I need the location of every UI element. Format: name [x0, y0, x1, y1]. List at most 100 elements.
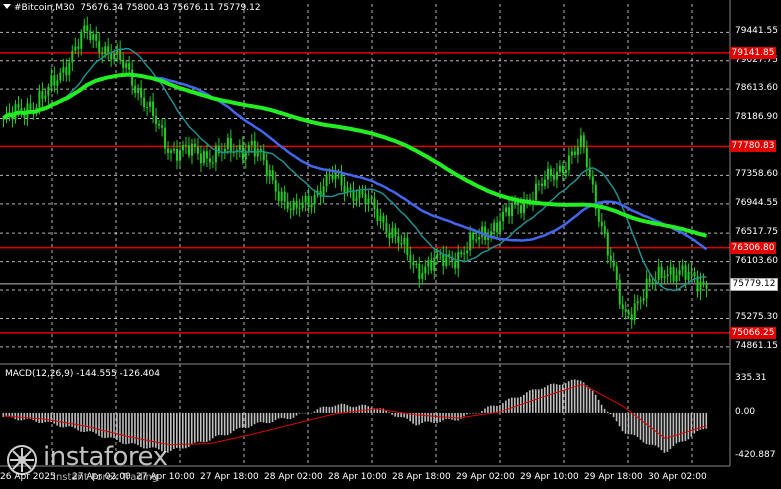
ma-fast-line	[3, 47, 707, 292]
candle-body	[699, 281, 702, 292]
macd-histogram-bar	[591, 390, 594, 413]
macd-histogram-bar	[639, 412, 642, 440]
candle-body	[250, 141, 253, 146]
time-axis-label: 29 Apr 10:00	[520, 472, 579, 482]
candle-body	[418, 263, 421, 279]
candle-body	[424, 266, 427, 274]
macd-histogram-bar	[603, 408, 606, 413]
candle-body	[29, 103, 32, 111]
candle-body	[38, 91, 41, 108]
candle-body	[520, 205, 523, 214]
macd-histogram-bar	[289, 412, 292, 419]
macd-histogram-bar	[475, 412, 477, 414]
macd-histogram-bar	[59, 412, 61, 428]
macd-histogram-bar	[654, 412, 657, 446]
price-axis-label: 74861.15	[735, 340, 778, 351]
candle-body	[403, 238, 406, 245]
macd-histogram-bar	[397, 412, 399, 418]
candle-body	[370, 198, 373, 200]
macd-histogram-bar	[313, 411, 316, 413]
macd-axis-label: 335.31	[735, 372, 767, 383]
dropdown-triangle-icon[interactable]	[3, 4, 11, 9]
candle-body	[355, 197, 358, 201]
candle-body	[107, 46, 110, 53]
candle-body	[277, 191, 280, 201]
macd-histogram-bar	[259, 412, 262, 422]
candle-body	[409, 255, 412, 263]
macd-histogram-bar	[86, 412, 88, 432]
candle-body	[585, 147, 588, 168]
macd-histogram-bar	[137, 412, 139, 446]
macd-histogram-bar	[421, 412, 423, 424]
macd-histogram-bar	[624, 412, 627, 434]
macd-histogram-bar	[615, 412, 618, 422]
macd-histogram-bar	[645, 412, 648, 445]
candle-body	[205, 151, 208, 159]
macd-histogram-bar	[576, 380, 579, 413]
macd-histogram-bar	[253, 412, 256, 425]
ma-slow-line	[2, 72, 708, 238]
candle-body	[636, 301, 639, 304]
candle-body	[642, 298, 645, 301]
macd-histogram-bar	[280, 412, 283, 418]
macd-histogram-bar	[433, 412, 435, 424]
macd-histogram-bar	[202, 412, 205, 443]
candle-body	[95, 34, 98, 41]
candle-body	[612, 260, 615, 267]
macd-histogram-bar	[564, 383, 567, 413]
macd-histogram-bar	[448, 412, 450, 419]
macd-histogram-bar	[466, 412, 468, 415]
candle-body	[645, 278, 648, 299]
candle-body	[325, 174, 328, 187]
candle-body	[681, 265, 684, 270]
price-axis-label: 76944.55	[735, 197, 778, 208]
macd-histogram-bar	[173, 412, 175, 449]
macd-histogram-bar	[184, 412, 187, 449]
macd-histogram-bar	[633, 412, 636, 436]
candle-body	[62, 67, 65, 73]
macd-histogram-bar	[304, 412, 307, 414]
candle-body	[80, 32, 83, 49]
candle-body	[238, 145, 241, 151]
candle-body	[606, 233, 609, 256]
candle-body	[196, 146, 199, 154]
macd-histogram-bar	[472, 412, 474, 414]
macd-histogram-bar	[20, 412, 23, 421]
price-chart[interactable]	[0, 0, 781, 489]
candle-body	[702, 281, 705, 285]
candle-body	[615, 266, 618, 280]
macd-histogram-bar	[268, 412, 271, 424]
macd-histogram-bar	[277, 412, 280, 419]
level-price-tag: 79141.85	[730, 46, 776, 59]
macd-histogram-bar	[283, 412, 286, 419]
macd-histogram-bar	[319, 407, 322, 413]
candle-body	[552, 175, 555, 180]
macd-histogram-bar	[487, 406, 489, 413]
candle-body	[74, 46, 77, 51]
candle-body	[505, 207, 508, 212]
macd-histogram-bar	[537, 389, 540, 413]
macd-histogram-bar	[134, 412, 136, 444]
candle-body	[648, 278, 651, 283]
candle-body	[83, 25, 86, 33]
candle-body	[549, 168, 552, 176]
candle-body	[663, 276, 666, 279]
macd-histogram-bar	[382, 408, 385, 413]
level-price-tag: 75066.25	[730, 326, 776, 339]
macd-histogram-bar	[358, 405, 361, 413]
price-axis-label: 77358.60	[735, 169, 778, 180]
candle-body	[502, 211, 505, 222]
macd-histogram-bar	[199, 412, 202, 442]
candle-body	[385, 222, 388, 234]
time-axis-label: 28 Apr 18:00	[392, 472, 451, 482]
level-price-tag: 77780.83	[730, 140, 776, 153]
candle-body	[442, 253, 445, 266]
macd-histogram-bar	[606, 411, 609, 413]
macd-histogram-bar	[343, 403, 346, 413]
candle-body	[397, 236, 400, 243]
candle-body	[274, 180, 277, 192]
candle-body	[187, 145, 190, 156]
macd-histogram-bar	[181, 412, 184, 449]
chart-grid	[0, 4, 730, 466]
candle-body	[271, 170, 274, 181]
